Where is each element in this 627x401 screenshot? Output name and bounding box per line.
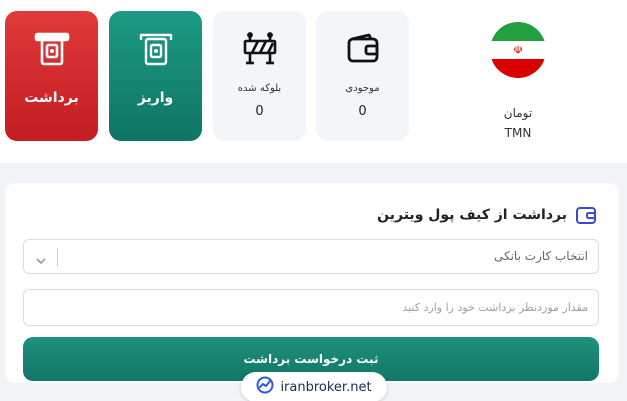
- deposit-button[interactable]: واریز: [109, 11, 202, 141]
- blocked-balance-card: بلوکه شده 0: [213, 11, 306, 141]
- wallet-icon: [575, 204, 597, 226]
- atm-deposit-icon: [136, 29, 176, 69]
- form-header: برداشت از کیف پول ویترین: [377, 204, 597, 226]
- chart-logo-icon: [256, 376, 274, 398]
- atm-withdraw-icon: [32, 29, 72, 69]
- balance-value: 0: [358, 104, 367, 119]
- currency-name: تومان: [503, 106, 533, 120]
- select-divider: [57, 248, 58, 266]
- balance-card: موجودی 0: [316, 11, 409, 141]
- watermark: iranbroker.net: [241, 372, 387, 401]
- withdraw-button[interactable]: برداشت: [5, 11, 98, 141]
- deposit-label: واریز: [137, 90, 174, 106]
- blocked-value: 0: [255, 104, 264, 119]
- wallet-summary: برداشت واریز بلوکه شده 0 موجودی 0 ☫ توما…: [0, 0, 627, 163]
- wallet-icon: [343, 29, 383, 69]
- iran-flag-icon: ☫: [490, 22, 546, 78]
- withdraw-form: برداشت از کیف پول ویترین انتخاب کارت بان…: [5, 183, 619, 383]
- chevron-down-icon[interactable]: [35, 252, 47, 265]
- bank-card-select[interactable]: انتخاب کارت بانکی: [23, 239, 599, 274]
- watermark-text: iranbroker.net: [280, 379, 372, 395]
- currency-code: TMN: [504, 126, 532, 140]
- currency-info: ☫ تومان TMN: [470, 11, 566, 141]
- blocked-label: بلوکه شده: [237, 83, 282, 94]
- withdraw-amount-input[interactable]: [23, 289, 599, 326]
- bank-card-placeholder: انتخاب کارت بانکی: [493, 249, 588, 263]
- barrier-icon: [240, 29, 280, 69]
- form-title: برداشت از کیف پول ویترین: [377, 207, 567, 223]
- withdraw-label: برداشت: [24, 90, 79, 106]
- balance-label: موجودی: [345, 83, 380, 94]
